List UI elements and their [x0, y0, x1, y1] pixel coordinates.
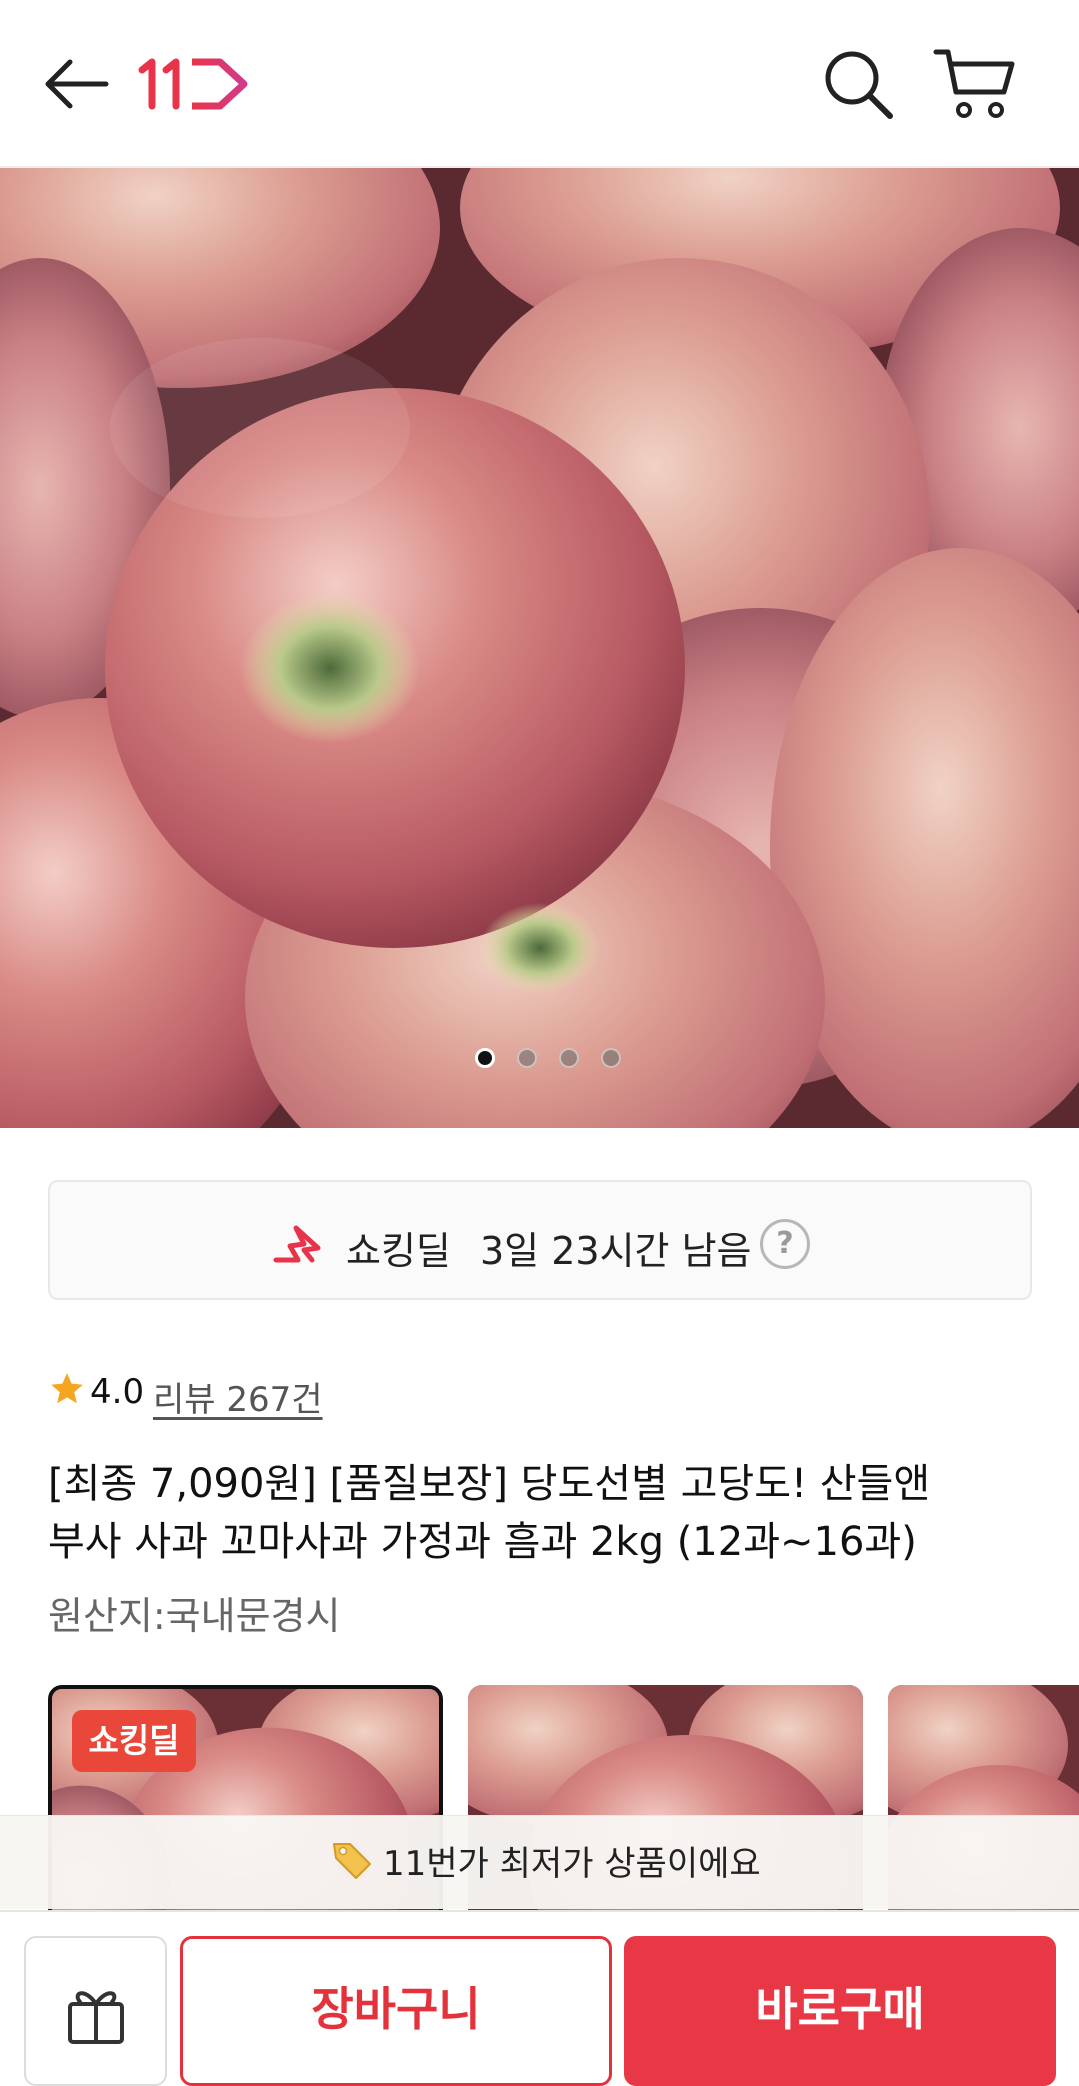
lowest-price-text: 11번가 최저가 상품이에요 — [383, 1844, 761, 1884]
product-title: [최종 7,090원] [품질보장] 당도선별 고당도! 산들앤 부사 사과 꼬… — [48, 1455, 1028, 1571]
gift-button[interactable] — [24, 1936, 167, 2086]
help-icon[interactable]: ? — [760, 1219, 810, 1269]
deal-label: 쇼킹딜 — [346, 1229, 451, 1273]
carousel-dot[interactable] — [601, 1048, 621, 1068]
price-tag-icon — [333, 1843, 371, 1879]
cart-icon[interactable] — [932, 46, 1018, 122]
star-icon — [51, 1373, 83, 1404]
product-image-carousel[interactable] — [0, 168, 1079, 1128]
deal-time-remaining: 3일 23시간 남음 — [480, 1229, 752, 1273]
search-icon[interactable] — [820, 46, 896, 122]
arrow-left-icon[interactable] — [40, 56, 112, 112]
shocking-deal-icon — [273, 1225, 321, 1263]
review-count-link[interactable]: 리뷰 267건 — [153, 1372, 323, 1421]
carousel-dot[interactable] — [517, 1048, 537, 1068]
buy-now-button[interactable]: 바로구매 — [624, 1936, 1056, 2086]
product-title-line: 부사 사과 꼬마사과 가정과 흠과 2kg (12과~16과) — [48, 1519, 917, 1565]
add-to-cart-button[interactable]: 장바구니 — [180, 1936, 612, 2086]
product-origin: 원산지:국내문경시 — [48, 1594, 341, 1638]
product-title-line: [최종 7,090원] [품질보장] 당도선별 고당도! 산들앤 — [48, 1461, 931, 1507]
carousel-dot[interactable] — [559, 1048, 579, 1068]
app-logo[interactable] — [136, 56, 252, 112]
carousel-dot[interactable] — [475, 1048, 495, 1068]
shocking-deal-badge: 쇼킹딜 — [72, 1710, 196, 1772]
gift-icon — [68, 1991, 124, 2044]
rating-value: 4.0 — [90, 1372, 145, 1412]
